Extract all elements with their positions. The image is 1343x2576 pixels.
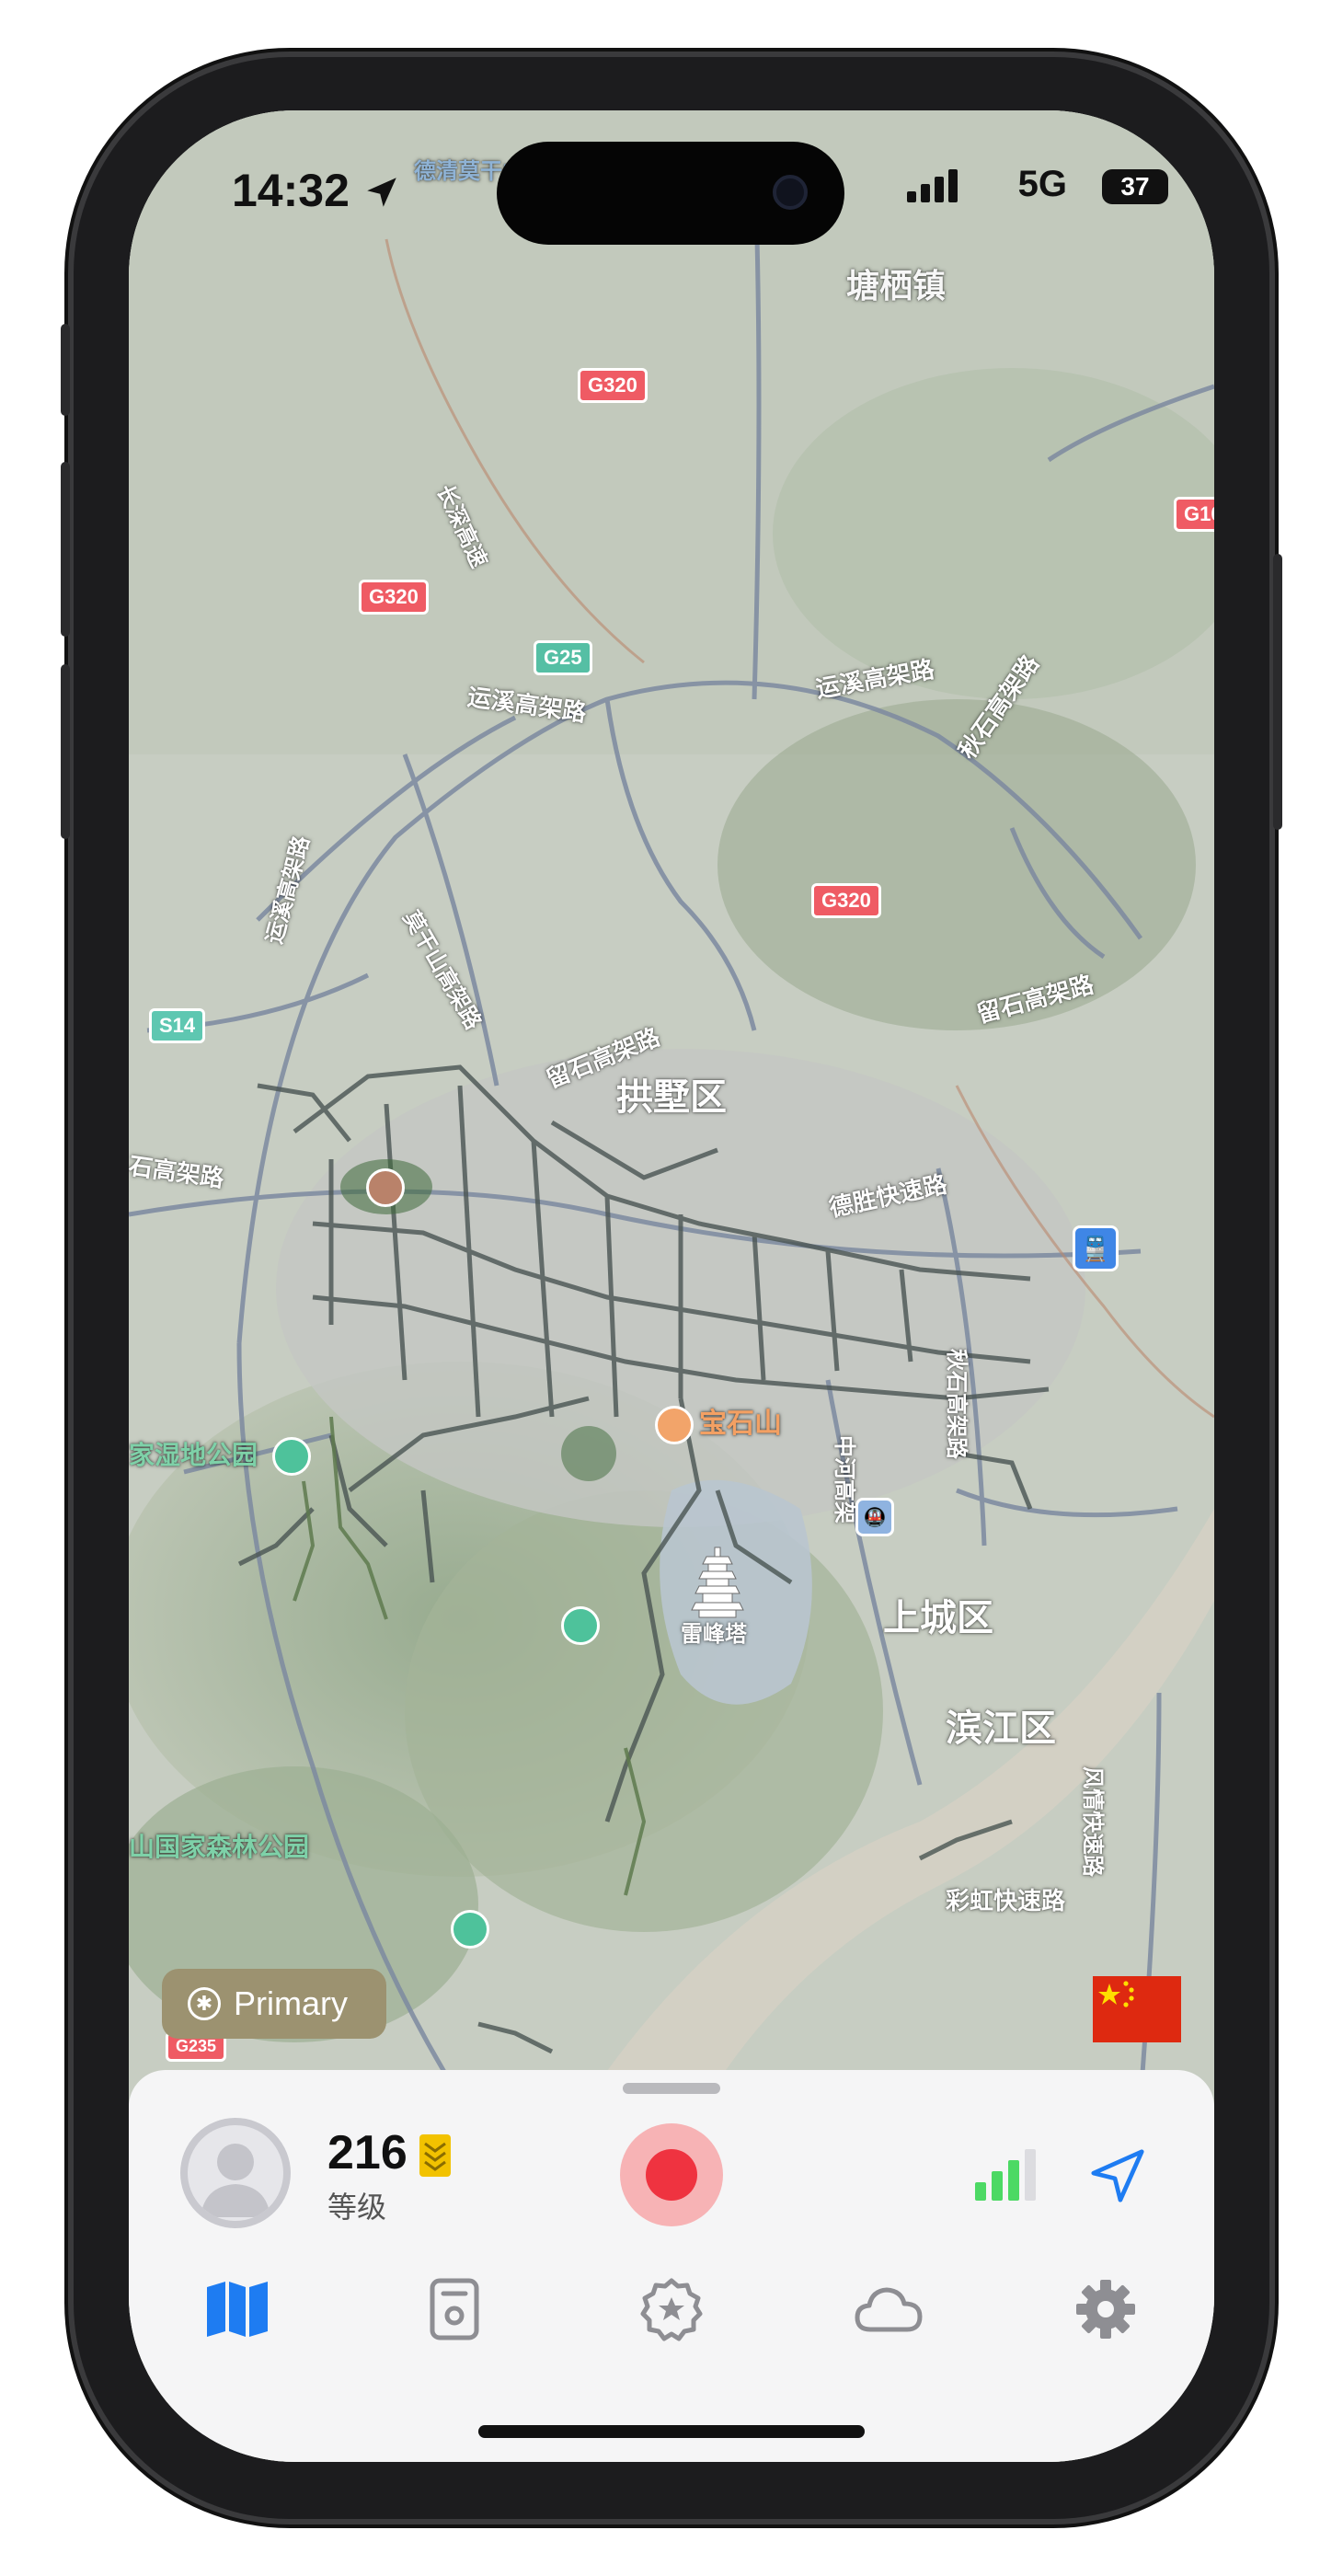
park-poi-icon[interactable] — [451, 1910, 489, 1949]
gear-icon — [1076, 2280, 1135, 2339]
front-camera — [773, 175, 808, 210]
mountain-poi-icon[interactable] — [655, 1406, 694, 1444]
tab-records[interactable] — [346, 2254, 563, 2364]
volume-down-button — [61, 664, 70, 839]
map-label-caihong: 彩虹快速路 — [946, 1887, 1066, 1915]
map-label-forest: 山国家森林公园 — [129, 1833, 310, 1861]
school-poi-icon[interactable] — [366, 1168, 405, 1207]
screen: 德清莫干山通用机场 塘栖镇 长深高速 运溪高架路 运溪高架路 秋石高架路 运溪高… — [129, 110, 1214, 2462]
record-dot-icon — [646, 2149, 697, 2201]
map-label-gongshu: 拱墅区 — [616, 1077, 727, 1118]
status-time: 14:32 — [232, 164, 401, 217]
route-shield-s14: S14 — [149, 1008, 206, 1043]
country-flag-china[interactable] — [1093, 1976, 1181, 2042]
network-type: 5G — [1017, 164, 1067, 204]
tab-achievements[interactable] — [563, 2254, 780, 2364]
level-label: 等级 — [327, 2191, 387, 2224]
record-button[interactable] — [620, 2123, 723, 2226]
status-bar: 14:32 5G 37 — [129, 110, 1214, 245]
route-shield-g320: G320 — [359, 580, 429, 615]
map-label-shangcheng: 上城区 — [883, 1598, 993, 1639]
avatar[interactable] — [180, 2118, 291, 2228]
china-flag-icon — [1093, 1976, 1181, 2042]
asterisk-icon: ✱ — [188, 1987, 221, 2020]
map-label-qiushi-2: 秋石高架路 — [944, 1349, 969, 1459]
park-poi-icon[interactable] — [561, 1606, 600, 1645]
volume-up-button — [61, 462, 70, 637]
level-value: 216 — [327, 2126, 407, 2179]
map-icon — [207, 2282, 268, 2337]
train-station-icon[interactable]: 🚆 — [1073, 1225, 1119, 1271]
park-poi-icon[interactable] — [272, 1437, 311, 1476]
device-icon — [430, 2278, 479, 2340]
battery-indicator: 37 — [1102, 169, 1168, 204]
dynamic-island — [497, 142, 844, 245]
cellular-signal-icon — [907, 169, 958, 202]
location-arrow-icon — [367, 178, 396, 207]
route-shield-g25: G25 — [534, 640, 592, 675]
map-style-label: Primary — [234, 1984, 348, 2022]
map-label-wetland: 家湿地公园 — [129, 1441, 258, 1469]
route-shield-g320: G320 — [578, 368, 648, 403]
metro-station-icon[interactable]: 🚇 — [855, 1498, 894, 1536]
rank-badge-icon — [419, 2134, 451, 2177]
map-label-leifeng: 雷峰塔 — [681, 1622, 747, 1647]
gps-signal-strength-icon — [975, 2149, 1036, 2201]
route-shield-g320: G320 — [811, 883, 881, 918]
home-indicator[interactable] — [478, 2425, 865, 2438]
map-label-baoshishan: 宝石山 — [699, 1409, 782, 1439]
sheet-grabber[interactable] — [623, 2083, 720, 2094]
power-button — [1273, 554, 1282, 830]
cloud-icon — [855, 2287, 923, 2332]
map-label-fengqing: 风情快速路 — [1080, 1766, 1105, 1877]
map-label-tangqi: 塘栖镇 — [846, 267, 947, 305]
badge-star-icon — [640, 2278, 703, 2341]
map-label-binjiang: 滨江区 — [946, 1708, 1056, 1749]
tab-cloud[interactable] — [780, 2254, 997, 2364]
route-shield-g10: G10 — [1174, 497, 1214, 532]
bottom-panel: 216 等级 — [129, 2070, 1214, 2462]
tab-settings[interactable] — [997, 2254, 1214, 2364]
user-avatar-icon — [201, 2144, 270, 2217]
pagoda-landmark-icon[interactable] — [690, 1546, 745, 1619]
tab-map[interactable] — [129, 2254, 346, 2364]
map-style-primary-button[interactable]: ✱ Primary — [162, 1969, 386, 2039]
phone-frame: 德清莫干山通用机场 塘栖镇 长深高速 运溪高架路 运溪高架路 秋石高架路 运溪高… — [61, 57, 1282, 2519]
tab-bar — [129, 2254, 1214, 2364]
locate-me-button[interactable] — [1085, 2144, 1150, 2208]
action-button — [61, 324, 70, 416]
